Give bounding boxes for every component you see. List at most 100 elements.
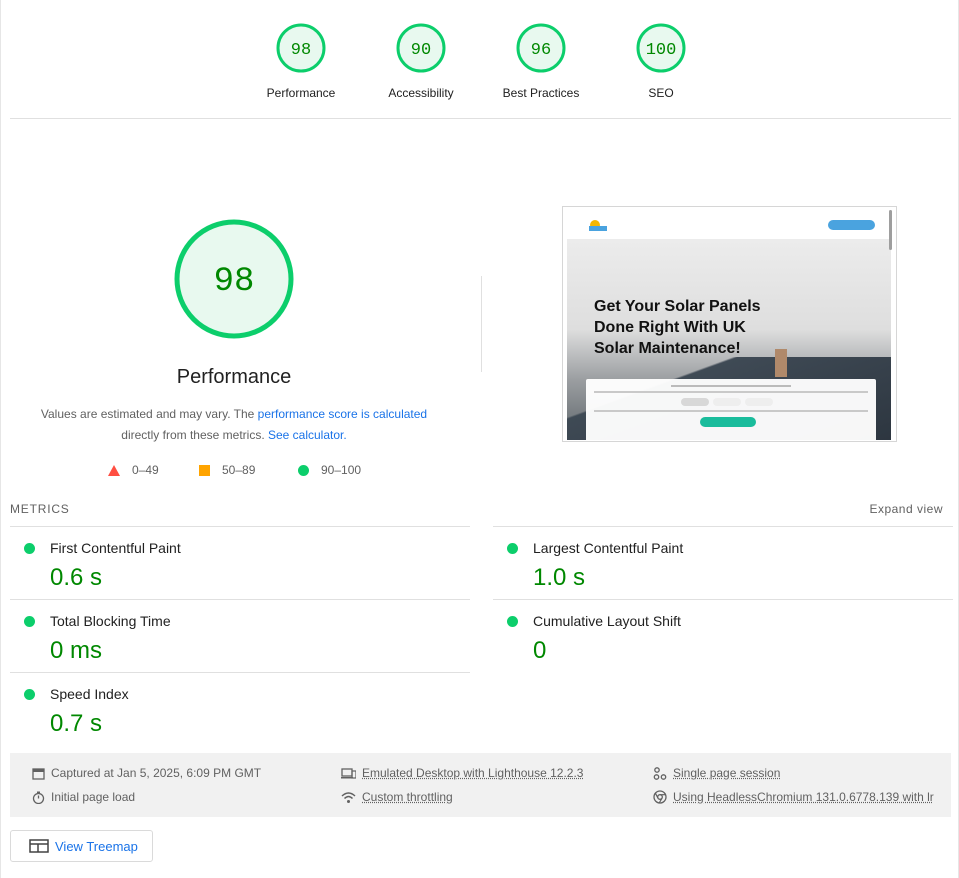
info-throttling[interactable]: Custom throttling — [341, 790, 453, 804]
call-button — [828, 220, 875, 230]
expand-view-toggle[interactable]: Expand view — [869, 502, 943, 516]
screenshot-hero: Get Your Solar Panels Done Right With UK… — [567, 239, 891, 440]
treemap-label: View Treemap — [55, 839, 138, 854]
cookie-text-bar — [594, 391, 868, 393]
cookie-text-bar — [594, 410, 868, 412]
gauge-ring: 98 — [275, 22, 327, 74]
divider — [10, 118, 951, 119]
info-text: Captured at Jan 5, 2025, 6:09 PM GMT — [51, 766, 261, 780]
run-info: Captured at Jan 5, 2025, 6:09 PM GMT Ini… — [10, 753, 951, 817]
pass-circle-icon — [507, 616, 518, 627]
score-gauges: 98 Performance 90 Accessibility 96 Best … — [1, 22, 959, 102]
cookie-title-bar — [671, 385, 791, 387]
info-text: Emulated Desktop with Lighthouse 12.2.3 — [362, 766, 583, 780]
square-icon — [199, 465, 210, 476]
screenshot-headline: Get Your Solar Panels Done Right With UK… — [594, 296, 804, 359]
legend-label: 90–100 — [321, 463, 361, 477]
gauge-label: Best Practices — [481, 86, 601, 100]
gauge-score: 98 — [291, 41, 311, 60]
desc-middle: directly from these metrics. — [121, 428, 268, 442]
performance-title: Performance — [133, 366, 335, 389]
performance-score-large: 98 — [214, 263, 255, 301]
info-text: Using HeadlessChromium 131.0.6778.139 wi… — [673, 790, 934, 804]
cookie-option — [681, 398, 709, 406]
screenshot-header — [567, 210, 891, 238]
wifi-icon — [341, 791, 356, 804]
gauge-label: Accessibility — [361, 86, 481, 100]
triangle-icon — [108, 465, 120, 476]
metric-value: 1.0 s — [533, 564, 585, 592]
chrome-icon — [653, 790, 667, 804]
metric-value: 0 ms — [50, 637, 102, 665]
gauge-score: 100 — [646, 41, 677, 60]
info-text: Single page session — [673, 766, 780, 780]
gauge-seo[interactable]: 100 SEO — [601, 22, 721, 100]
cookie-options — [681, 398, 781, 406]
legend-label: 50–89 — [222, 463, 255, 477]
metric-value: 0 — [533, 637, 546, 665]
metric-name: Cumulative Layout Shift — [533, 613, 681, 629]
lighthouse-report: 98 Performance 90 Accessibility 96 Best … — [0, 0, 959, 878]
headline-line: Get Your Solar Panels — [594, 298, 761, 315]
gauge-performance[interactable]: 98 Performance — [241, 22, 361, 100]
screenshot-page: Get Your Solar Panels Done Right With UK… — [567, 210, 891, 440]
legend-label: 0–49 — [132, 463, 159, 477]
info-initial-load: Initial page load — [32, 790, 135, 804]
info-browser[interactable]: Using HeadlessChromium 131.0.6778.139 wi… — [653, 790, 934, 804]
metric-name: Largest Contentful Paint — [533, 540, 683, 556]
gauge-ring: 100 — [635, 22, 687, 74]
pass-circle-icon — [507, 543, 518, 554]
cookie-option — [745, 398, 773, 406]
legend-fail: 0–49 — [108, 463, 159, 477]
desc-prefix: Values are estimated and may vary. The — [41, 407, 258, 421]
metric-tbt: Total Blocking Time 0 ms — [10, 599, 470, 672]
performance-gauge-large: 98 — [173, 218, 295, 340]
final-screenshot[interactable]: Get Your Solar Panels Done Right With UK… — [562, 206, 897, 442]
circle-icon — [298, 465, 309, 476]
screenshot-scrollbar — [889, 210, 892, 250]
gauge-ring: 90 — [395, 22, 447, 74]
view-treemap-button[interactable]: View Treemap — [10, 830, 153, 862]
info-emulated[interactable]: Emulated Desktop with Lighthouse 12.2.3 — [341, 766, 583, 780]
metric-name: Total Blocking Time — [50, 613, 171, 629]
metric-lcp: Largest Contentful Paint 1.0 s — [493, 526, 953, 599]
gauge-score: 96 — [531, 41, 551, 60]
site-logo-icon — [585, 217, 611, 233]
metric-cls: Cumulative Layout Shift 0 — [493, 599, 953, 672]
vertical-divider — [481, 276, 482, 372]
gauge-ring: 96 — [515, 22, 567, 74]
treemap-icon — [29, 839, 49, 853]
cookie-banner — [586, 379, 876, 440]
gauge-accessibility[interactable]: 90 Accessibility — [361, 22, 481, 100]
metric-name: First Contentful Paint — [50, 540, 181, 556]
pass-circle-icon — [24, 616, 35, 627]
legend-average: 50–89 — [199, 463, 255, 477]
pass-circle-icon — [24, 689, 35, 700]
performance-description: Values are estimated and may vary. The p… — [31, 404, 437, 446]
metric-value: 0.7 s — [50, 710, 102, 738]
headline-line: Solar Maintenance! — [594, 340, 741, 357]
metric-si: Speed Index 0.7 s — [10, 672, 470, 745]
gauge-label: Performance — [241, 86, 361, 100]
session-icon — [653, 767, 667, 780]
timer-icon — [32, 791, 45, 804]
gauge-score: 90 — [411, 41, 431, 60]
metric-value: 0.6 s — [50, 564, 102, 592]
cookie-save-button — [700, 417, 756, 427]
pass-circle-icon — [24, 543, 35, 554]
info-captured: Captured at Jan 5, 2025, 6:09 PM GMT — [32, 766, 261, 780]
gauge-best-practices[interactable]: 96 Best Practices — [481, 22, 601, 100]
info-text: Custom throttling — [362, 790, 453, 804]
info-text: Initial page load — [51, 790, 135, 804]
metrics-title: METRICS — [10, 502, 70, 516]
cookie-option — [713, 398, 741, 406]
gauge-label: SEO — [601, 86, 721, 100]
desktop-device-icon — [341, 767, 356, 780]
see-calculator-link[interactable]: See calculator. — [268, 428, 347, 442]
metric-fcp: First Contentful Paint 0.6 s — [10, 526, 470, 599]
calendar-icon — [32, 767, 45, 780]
headline-line: Done Right With UK — [594, 319, 746, 336]
info-session[interactable]: Single page session — [653, 766, 780, 780]
metric-name: Speed Index — [50, 686, 129, 702]
score-calculated-link[interactable]: performance score is calculated — [258, 407, 427, 421]
